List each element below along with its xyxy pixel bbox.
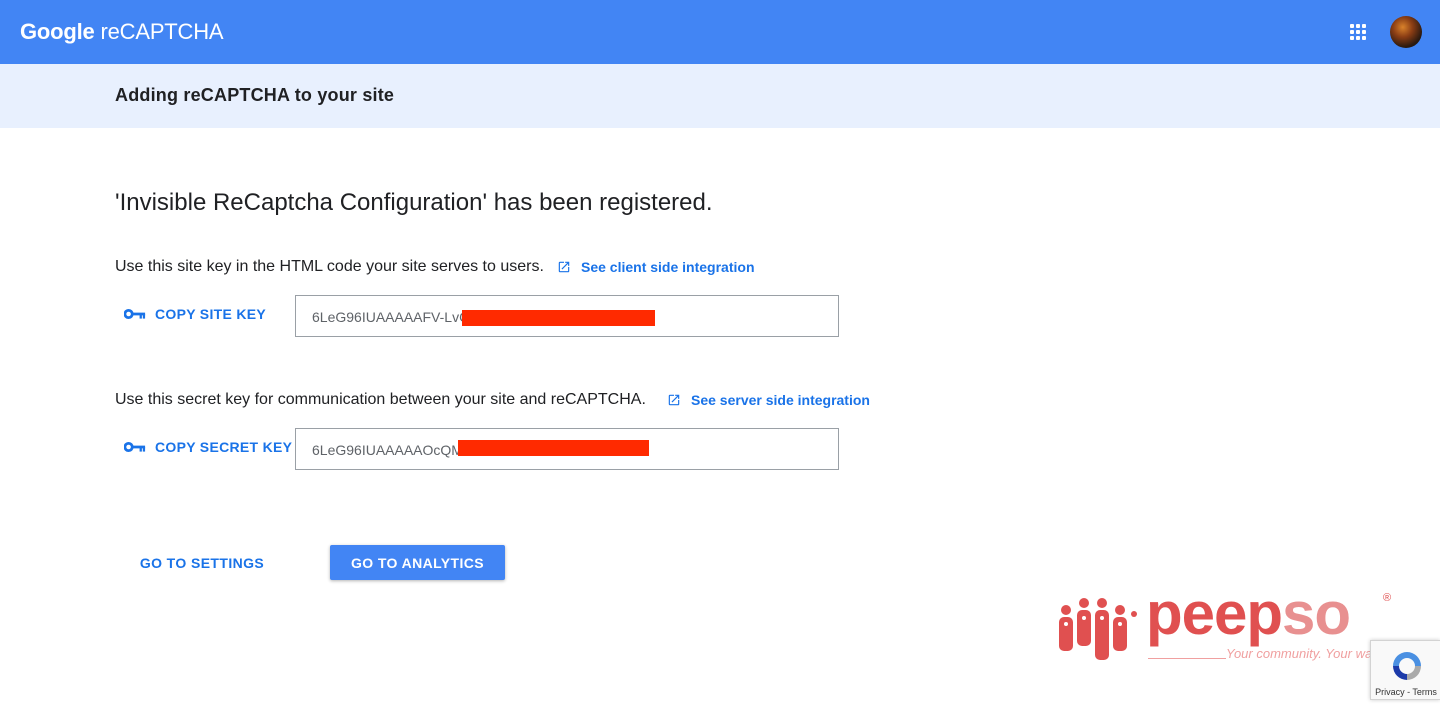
site-key-field[interactable]: 6LeG96IUAAAAAFV-LvC (295, 295, 839, 337)
server-integration-label: See server side integration (691, 392, 870, 408)
avatar[interactable] (1390, 16, 1422, 48)
copy-secret-key-label: COPY SECRET KEY (155, 439, 293, 455)
brand-product: reCAPTCHA (100, 19, 224, 44)
tagline-rule (1148, 658, 1226, 659)
page-title: Adding reCAPTCHA to your site (115, 85, 395, 105)
open-in-new-icon (668, 394, 680, 406)
copy-site-key-label: COPY SITE KEY (155, 306, 267, 322)
site-key-value: 6LeG96IUAAAAAFV-LvC (312, 309, 470, 325)
page-subheader: Adding reCAPTCHA to your site (0, 64, 1440, 128)
redaction-mark (462, 310, 655, 326)
key-icon (124, 308, 146, 320)
server-integration-link[interactable]: See server side integration (667, 392, 870, 408)
secret-key-value: 6LeG96IUAAAAAOcQM (312, 442, 463, 458)
key-icon (124, 441, 146, 453)
brand-logo[interactable]: Google reCAPTCHA (20, 18, 224, 46)
client-integration-link[interactable]: See client side integration (557, 259, 755, 275)
open-in-new-icon (558, 261, 570, 273)
privacy-terms-links[interactable]: Privacy - Terms (1371, 687, 1440, 697)
apps-grid-icon[interactable] (1350, 24, 1366, 40)
secret-key-field[interactable]: 6LeG96IUAAAAAOcQM (295, 428, 839, 470)
go-to-analytics-button[interactable]: GO TO ANALYTICS (330, 545, 505, 580)
copy-site-key-button[interactable]: COPY SITE KEY (124, 306, 266, 322)
peepso-wordmark: peepso (1146, 580, 1351, 647)
site-key-description: Use this site key in the HTML code your … (115, 258, 544, 275)
brand-google: Google (20, 19, 95, 44)
app-header: Google reCAPTCHA (0, 0, 1440, 64)
peepso-tagline: Your community. Your way. (1226, 646, 1382, 661)
registration-heading: 'Invisible ReCaptcha Configuration' has … (115, 189, 713, 216)
redaction-mark (458, 440, 649, 456)
client-integration-label: See client side integration (581, 259, 755, 275)
secret-key-description: Use this secret key for communication be… (115, 391, 646, 408)
peepso-watermark: peepso ® Your community. Your way. (1056, 582, 1401, 664)
registered-mark: ® (1383, 592, 1392, 604)
recaptcha-logo-icon (1393, 652, 1421, 680)
copy-secret-key-button[interactable]: COPY SECRET KEY (124, 439, 292, 455)
recaptcha-badge[interactable]: Privacy - Terms (1370, 640, 1440, 700)
people-icon (1059, 598, 1137, 660)
go-to-settings-button[interactable]: GO TO SETTINGS (132, 546, 272, 580)
